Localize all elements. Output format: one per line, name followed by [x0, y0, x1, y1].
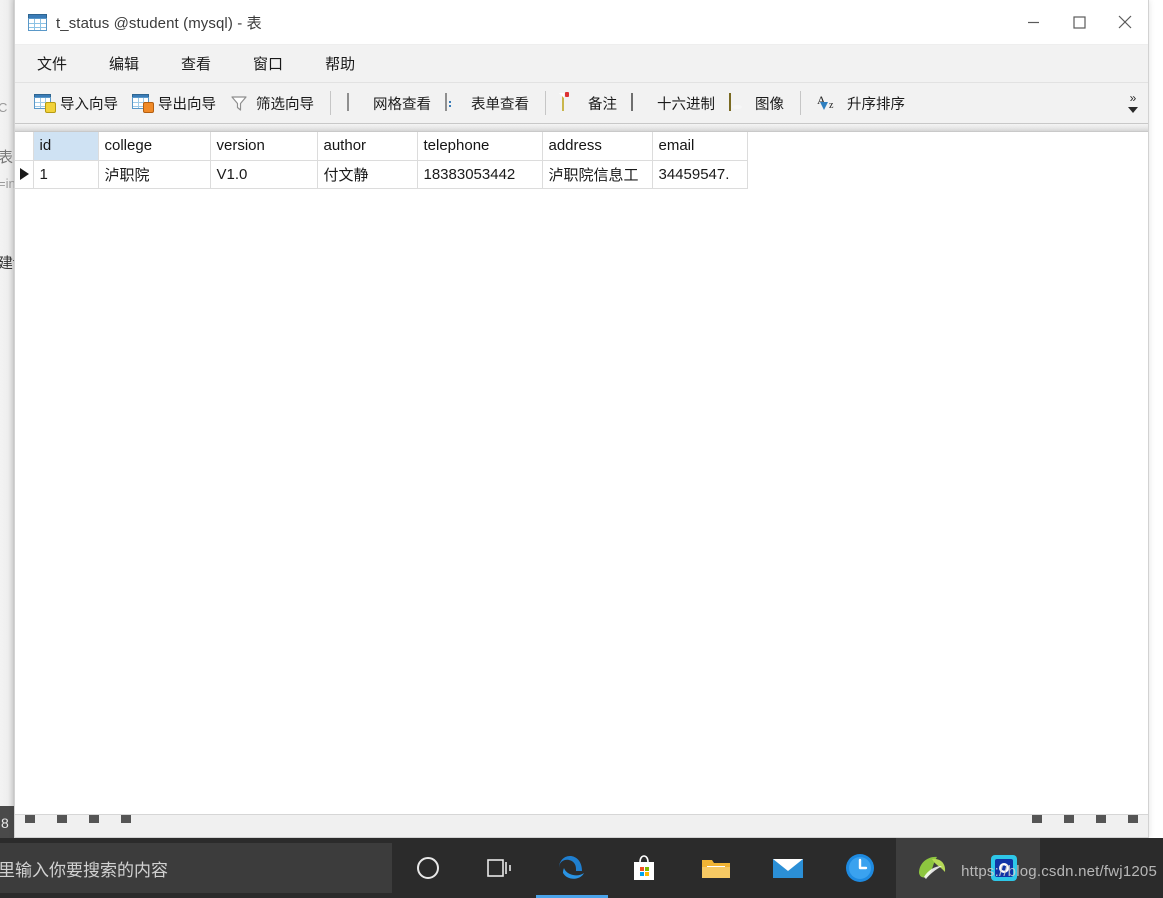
windows-taskbar: 里输入你要搜索的内容 https://blog.csdn.net/fwj1205	[0, 838, 1163, 898]
toolbar-overflow-button[interactable]: »	[1122, 83, 1144, 123]
form-view-label: 表单查看	[471, 96, 529, 113]
toolbar-separator-3	[800, 91, 801, 115]
status-glyph-4	[121, 815, 131, 823]
cell-address[interactable]: 泸职院信息工	[542, 160, 653, 189]
cell-college[interactable]: 泸职院	[98, 160, 211, 189]
export-wizard-label: 导出向导	[158, 96, 216, 113]
sort-ascending-icon: Az	[817, 92, 834, 111]
toolbar-separator-1	[330, 91, 331, 115]
grid-top-divider	[15, 124, 1148, 132]
column-header-email[interactable]: email	[652, 132, 748, 161]
screenshot-tool-icon[interactable]	[968, 838, 1040, 898]
column-header-author[interactable]: author	[317, 132, 418, 161]
nav-next-record-icon[interactable]	[1096, 815, 1106, 823]
status-bar-left	[15, 815, 141, 823]
import-wizard-button[interactable]: 导入向导	[27, 88, 125, 118]
minimize-button[interactable]	[1010, 0, 1056, 44]
column-header-telephone[interactable]: telephone	[417, 132, 543, 161]
sort-ascending-label: 升序排序	[847, 96, 905, 113]
file-explorer-icon[interactable]	[680, 838, 752, 898]
image-button[interactable]: 图像	[722, 88, 791, 118]
taskbar-search-input[interactable]: 里输入你要搜索的内容	[0, 843, 392, 893]
data-grid[interactable]: id college version author telephone addr…	[15, 132, 748, 189]
memo-label: 备注	[588, 96, 617, 113]
hex-icon	[631, 93, 651, 112]
cell-id[interactable]: 1	[33, 160, 99, 189]
toolbar-overflow-chevron: »	[1129, 91, 1137, 105]
task-view-icon[interactable]	[464, 838, 536, 898]
menu-item-help[interactable]: 帮助	[317, 49, 363, 78]
import-wizard-icon	[34, 94, 56, 113]
memo-icon	[562, 92, 582, 112]
window-controls	[1010, 0, 1148, 44]
bg-fragment-0: C	[0, 100, 8, 115]
close-button[interactable]	[1102, 0, 1148, 44]
taskbar-search-placeholder: 里输入你要搜索的内容	[0, 860, 168, 880]
nav-last-record-icon[interactable]	[1128, 815, 1138, 823]
maximize-button[interactable]	[1056, 0, 1102, 44]
column-header-id[interactable]: id	[33, 132, 99, 161]
table-row[interactable]: 1 泸职院 V1.0 付文静 18383053442 泸职院信息工 344595…	[15, 160, 748, 189]
background-taskbar-button[interactable]: 8	[0, 806, 14, 841]
mail-icon[interactable]	[752, 838, 824, 898]
hex-button[interactable]: 十六进制	[624, 88, 722, 118]
menu-item-view[interactable]: 查看	[173, 49, 219, 78]
navicat-icon[interactable]	[896, 838, 968, 898]
bg-fragment-1: 表	[0, 149, 14, 166]
clock-icon[interactable]	[824, 838, 896, 898]
nav-prev-record-icon[interactable]	[1064, 815, 1074, 823]
cell-version[interactable]: V1.0	[210, 160, 318, 189]
menu-item-edit[interactable]: 编辑	[101, 49, 147, 78]
hex-label: 十六进制	[657, 96, 715, 113]
table-icon	[28, 13, 47, 31]
row-arrow-icon	[20, 168, 29, 180]
filter-wizard-label: 筛选向导	[256, 96, 314, 113]
chevron-down-icon	[1128, 107, 1138, 113]
edge-icon[interactable]	[536, 838, 608, 898]
form-view-icon	[445, 93, 465, 112]
filter-wizard-button[interactable]: 筛选向导	[223, 88, 321, 118]
background-window-sliver[interactable]: C 表 =in 建t	[0, 0, 14, 838]
current-row-indicator[interactable]	[15, 160, 34, 189]
export-wizard-button[interactable]: 导出向导	[125, 88, 223, 118]
cortana-icon[interactable]	[392, 838, 464, 898]
bg-fragment-2: =in	[0, 176, 14, 191]
toolbar: 导入向导 导出向导 筛选向导 网格查看 表单查看 备注 十六进制 图像 A z …	[15, 83, 1148, 124]
export-wizard-icon	[132, 94, 154, 113]
title-bar[interactable]: t_status @student (mysql) - 表	[15, 0, 1148, 45]
toolbar-separator-2	[545, 91, 546, 115]
column-header-version[interactable]: version	[210, 132, 318, 161]
form-view-button[interactable]: 表单查看	[438, 88, 536, 118]
menu-bar: 文件 编辑 查看 窗口 帮助	[15, 45, 1148, 83]
filter-wizard-icon	[230, 94, 250, 112]
column-header-college[interactable]: college	[98, 132, 211, 161]
navicat-table-window: t_status @student (mysql) - 表 文件 编辑 查看 窗…	[14, 0, 1149, 838]
nav-first-record-icon[interactable]	[1032, 815, 1042, 823]
status-glyph-1	[25, 815, 35, 823]
menu-item-window[interactable]: 窗口	[245, 49, 291, 78]
cell-author[interactable]: 付文静	[317, 160, 418, 189]
image-label: 图像	[755, 96, 784, 113]
row-selector-header[interactable]	[15, 132, 34, 161]
status-bar	[15, 814, 1148, 837]
microsoft-store-icon[interactable]	[608, 838, 680, 898]
cell-telephone[interactable]: 18383053442	[417, 160, 543, 189]
bg-fragment-3: 建t	[0, 255, 14, 272]
column-header-address[interactable]: address	[542, 132, 653, 161]
cell-email[interactable]: 34459547.	[652, 160, 748, 189]
image-icon	[729, 93, 749, 112]
memo-button[interactable]: 备注	[555, 88, 624, 118]
status-bar-navigation[interactable]	[1022, 815, 1148, 823]
grid-view-button[interactable]: 网格查看	[340, 88, 438, 118]
data-grid-region[interactable]: id college version author telephone addr…	[15, 124, 1148, 814]
grid-header-row: id college version author telephone addr…	[15, 132, 748, 161]
status-glyph-3	[89, 815, 99, 823]
grid-view-label: 网格查看	[373, 96, 431, 113]
status-glyph-2	[57, 815, 67, 823]
grid-view-icon	[347, 93, 367, 112]
menu-item-file[interactable]: 文件	[29, 49, 75, 78]
sort-ascending-button[interactable]: Az 升序排序	[810, 88, 912, 118]
window-title: t_status @student (mysql) - 表	[56, 14, 262, 32]
import-wizard-label: 导入向导	[60, 96, 118, 113]
